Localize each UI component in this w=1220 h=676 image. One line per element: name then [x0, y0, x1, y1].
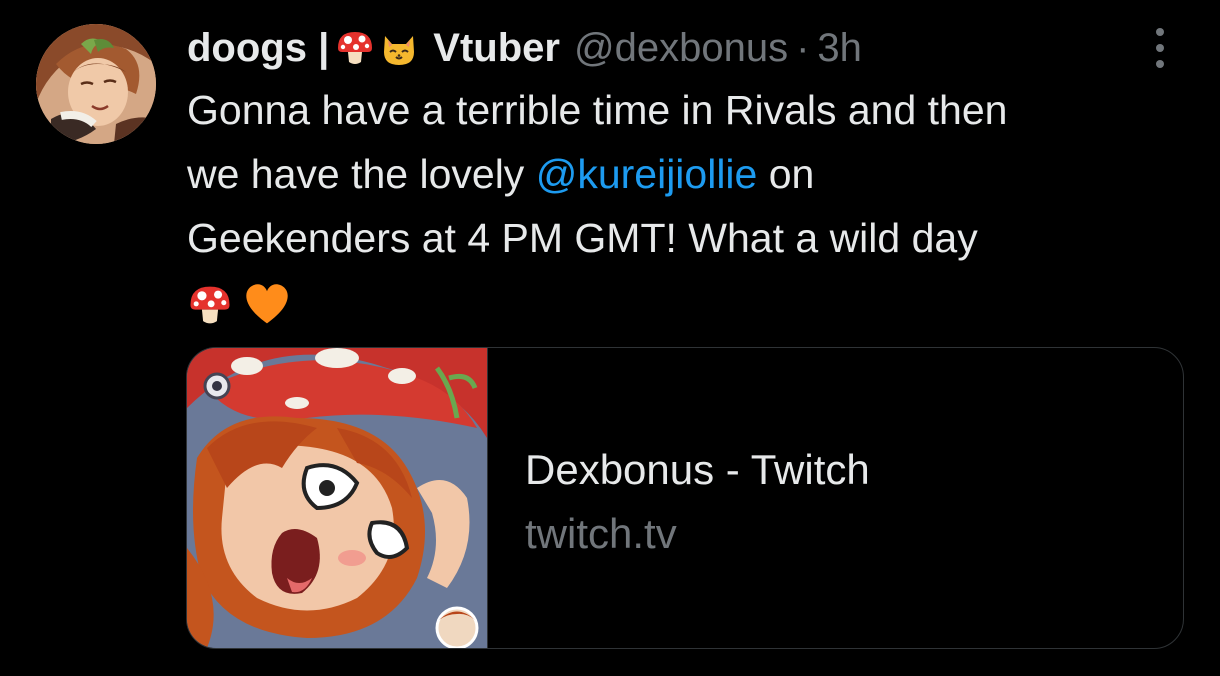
card-thumbnail[interactable]: [187, 348, 488, 648]
avatar[interactable]: [36, 24, 156, 144]
tweet[interactable]: doogs | Vtuber @dexbonus · 3h Gonna have…: [0, 0, 1220, 676]
tweet-timestamp[interactable]: 3h: [817, 20, 862, 76]
avatar-illustration: [36, 24, 156, 144]
mushroom-icon: [335, 28, 375, 68]
orange-heart-icon: [244, 282, 290, 328]
tweet-text: Gonna have a terrible time in Rivals and…: [187, 78, 1177, 334]
mention-link[interactable]: @kureijiollie: [536, 151, 758, 197]
tweet-emoji-line: [187, 270, 1177, 334]
mushroom-icon: [187, 282, 233, 328]
tweet-text-line-2: we have the lovely @kureijiollie on: [187, 142, 1177, 206]
separator-dot: ·: [796, 26, 810, 70]
display-name-suffix: Vtuber: [433, 26, 560, 70]
tweet-text-line-1: Gonna have a terrible time in Rivals and…: [187, 87, 1008, 133]
card-domain: twitch.tv: [525, 510, 677, 557]
more-options-icon[interactable]: [1146, 28, 1174, 68]
tweet-header: doogs | Vtuber @dexbonus · 3h: [187, 20, 862, 76]
card-text[interactable]: Dexbonus - Twitch twitch.tv: [525, 442, 870, 562]
card-thumbnail-illustration: [187, 348, 487, 648]
tweet-text-line-3: Geekenders at 4 PM GMT! What a wild day: [187, 215, 978, 261]
card-title[interactable]: Dexbonus - Twitch: [525, 442, 870, 498]
user-handle[interactable]: @dexbonus: [574, 20, 788, 76]
tweet-text-line-2-start: we have the lovely: [187, 151, 536, 197]
display-name[interactable]: doogs | Vtuber: [187, 20, 560, 76]
link-card[interactable]: Dexbonus - Twitch twitch.tv: [186, 347, 1184, 649]
cat-face-icon: [379, 28, 419, 68]
tweet-text-line-2-end: on: [757, 151, 815, 197]
display-name-prefix: doogs |: [187, 26, 330, 70]
